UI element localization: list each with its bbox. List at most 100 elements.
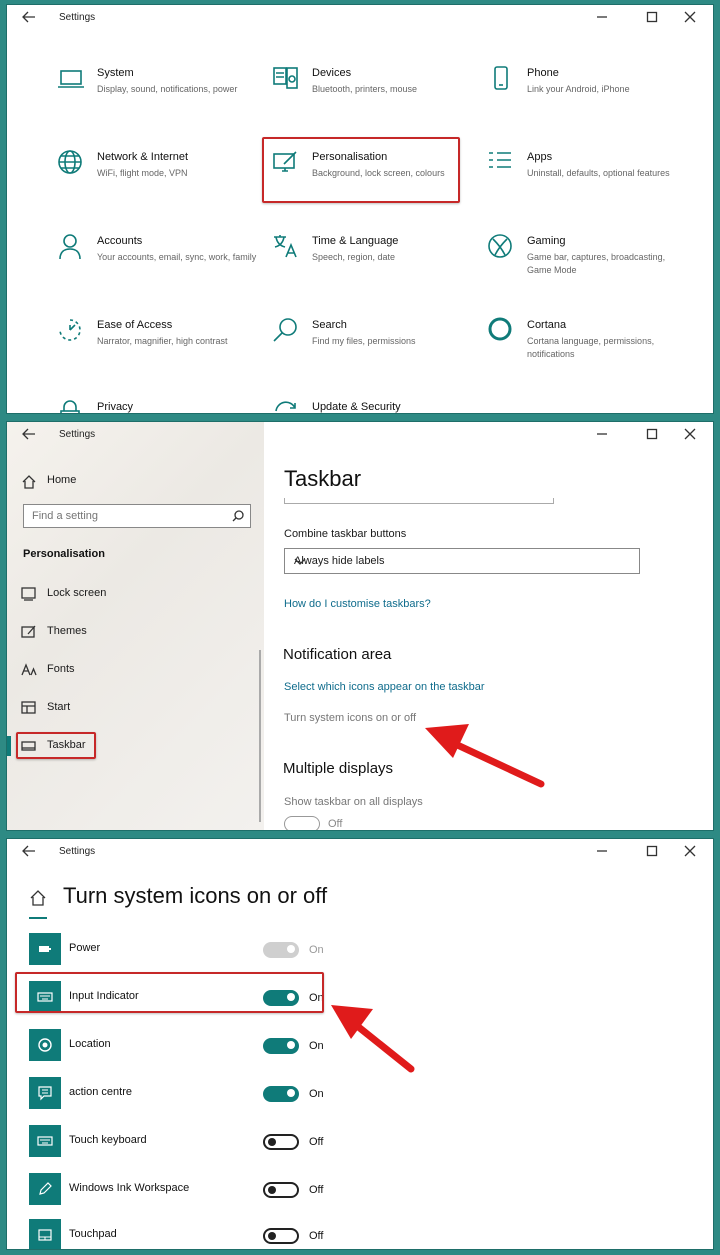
tile-desc: Cortana language, permissions, notificat… [527,336,655,359]
toggle-state: On [309,1088,324,1100]
phone-icon [487,65,515,93]
tile-search[interactable]: Search Find my files, permissions [272,317,472,377]
start-icon [21,700,37,716]
combine-dropdown[interactable]: Always hide labels [284,548,640,574]
tile-desc: Narrator, magnifier, high contrast [97,336,228,346]
taskbar-settings-window: Home Personalisation Lock screen Themes … [6,421,714,831]
row-label: Touch keyboard [69,1134,147,1146]
find-setting-box[interactable] [23,504,251,528]
tile-desc: Link your Android, iPhone [527,84,630,94]
sidebar-home[interactable]: Home [21,474,76,490]
globe-icon [57,149,85,177]
tile-desc: Your accounts, email, sync, work, family [97,252,257,262]
red-arrow-icon [331,1005,415,1073]
customise-link[interactable]: How do I customise taskbars? [284,598,431,610]
touch-keyboard-toggle[interactable] [263,1134,299,1150]
row-label: Touchpad [69,1228,117,1240]
tile-update-security[interactable]: Update & Security [272,399,472,413]
xbox-icon [487,233,515,261]
minimize-icon[interactable] [595,844,609,858]
laptop-icon [57,65,85,93]
lock-screen-icon [21,586,37,602]
tile-network[interactable]: Network & Internet WiFi, flight mode, VP… [57,149,257,209]
close-icon[interactable] [683,844,697,858]
row-label: action centre [69,1086,132,1098]
location-toggle[interactable] [263,1038,299,1054]
row-label: Location [69,1038,111,1050]
tile-name: System [97,67,134,79]
row-action-centre: action centre On [29,1077,349,1109]
row-touch-keyboard: Touch keyboard Off [29,1125,349,1157]
tile-privacy[interactable]: Privacy [57,399,257,413]
highlight-input-indicator [15,972,324,1013]
tile-cortana[interactable]: Cortana Cortana language, permissions, n… [487,317,687,377]
tile-name: Ease of Access [97,319,173,331]
tile-desc: Uninstall, defaults, optional features [527,168,670,178]
row-windows-ink: Windows Ink Workspace Off [29,1173,349,1205]
toggle-state: On [309,1040,324,1052]
home-icon[interactable] [29,889,47,907]
cortana-ring-icon [487,317,515,345]
sidebar-item-label: Lock screen [47,587,107,599]
tile-gaming[interactable]: Gaming Game bar, captures, broadcasting,… [487,233,687,293]
tile-name: Gaming [527,235,566,247]
select-icons-link[interactable]: Select which icons appear on the taskbar [284,681,485,693]
back-arrow-icon[interactable] [21,843,37,859]
tile-accounts[interactable]: Accounts Your accounts, email, sync, wor… [57,233,257,293]
settings-home-window: Settings System Display, sound, notifica… [6,4,714,414]
window-title: Settings [59,846,96,857]
close-icon[interactable] [683,10,697,24]
pen-icon [29,1173,61,1205]
windows-ink-toggle[interactable] [263,1182,299,1198]
tile-name: Network & Internet [97,151,189,163]
sidebar-item-label: Fonts [47,663,75,675]
sidebar-item-themes[interactable]: Themes [21,622,221,642]
touchpad-icon [29,1219,61,1249]
action-centre-icon [29,1077,61,1109]
system-icons-window: Settings Turn system icons on or off Pow… [6,838,714,1250]
system-icons-link[interactable]: Turn system icons on or off [284,712,416,724]
highlight-taskbar [16,732,96,759]
back-arrow-icon[interactable] [21,9,37,25]
home-icon [22,475,36,489]
row-location: Location On [29,1029,349,1061]
row-label: Power [69,942,101,954]
tile-time-language[interactable]: Time & Language Speech, region, date [272,233,472,293]
selected-indicator [7,736,11,756]
language-icon [272,233,300,261]
search-icon [272,317,300,345]
maximize-icon[interactable] [645,844,659,858]
touchpad-toggle[interactable] [263,1228,299,1244]
tile-apps[interactable]: Apps Uninstall, defaults, optional featu… [487,149,687,209]
search-icon [232,510,244,522]
keyboard-icon [29,1125,61,1157]
tile-phone[interactable]: Phone Link your Android, iPhone [487,65,687,125]
power-toggle [263,942,299,958]
tile-devices[interactable]: Devices Bluetooth, printers, mouse [272,65,472,125]
lock-icon [57,399,85,413]
tile-name: Search [312,319,347,331]
sidebar-item-start[interactable]: Start [21,698,221,718]
toggle-state: On [309,944,324,956]
battery-icon [29,933,61,965]
tile-system[interactable]: System Display, sound, notifications, po… [57,65,257,125]
page-title: Turn system icons on or off [63,883,328,908]
sidebar-scrollbar[interactable] [259,650,261,822]
find-setting-input[interactable] [24,505,224,527]
sidebar-item-lock-screen[interactable]: Lock screen [21,584,221,604]
maximize-icon[interactable] [645,10,659,24]
show-all-toggle[interactable] [284,816,320,830]
back-arrow-icon[interactable] [21,426,37,442]
tile-desc: Find my files, permissions [312,336,416,346]
toggle-state: Off [309,1136,324,1148]
titlebar: Settings [7,839,713,865]
minimize-icon[interactable] [595,10,609,24]
action-centre-toggle[interactable] [263,1086,299,1102]
ease-of-access-icon [57,317,85,345]
tile-name: Privacy [97,401,134,413]
tile-name: Apps [527,151,553,163]
tile-ease-of-access[interactable]: Ease of Access Narrator, magnifier, high… [57,317,257,377]
sidebar-item-fonts[interactable]: Fonts [21,660,221,680]
show-all-state: Off [328,818,343,830]
sidebar: Home Personalisation Lock screen Themes … [7,422,264,830]
